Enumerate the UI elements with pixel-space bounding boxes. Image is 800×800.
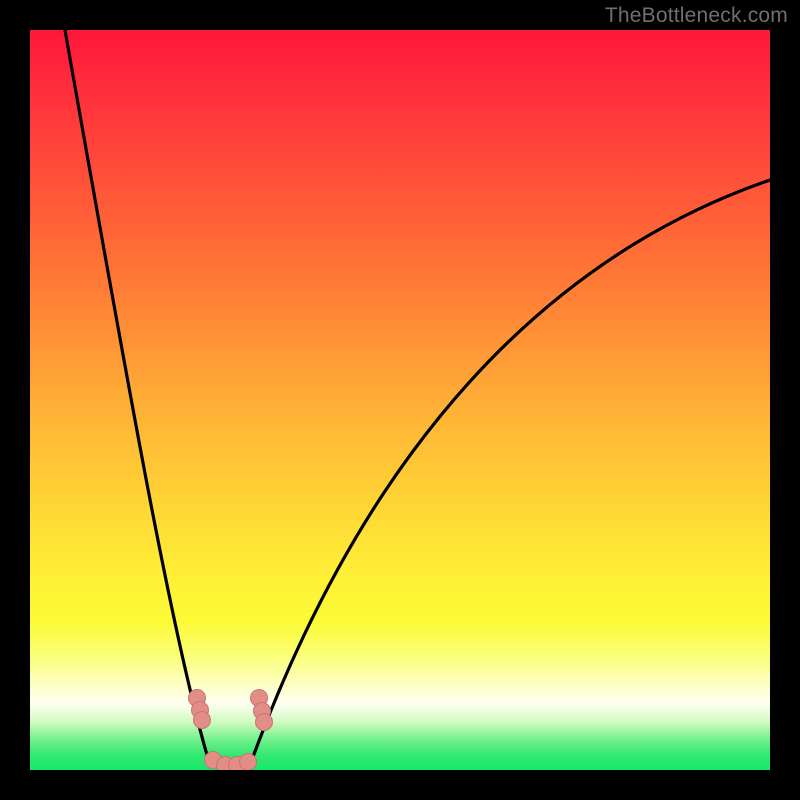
plot-area [30, 30, 770, 770]
chart-svg [30, 30, 770, 770]
right-curve [250, 180, 770, 765]
data-marker [194, 712, 211, 729]
chart-frame: TheBottleneck.com [0, 0, 800, 800]
data-marker [240, 754, 257, 771]
watermark-text: TheBottleneck.com [605, 4, 788, 28]
left-curve [65, 30, 210, 765]
data-marker [256, 714, 273, 731]
